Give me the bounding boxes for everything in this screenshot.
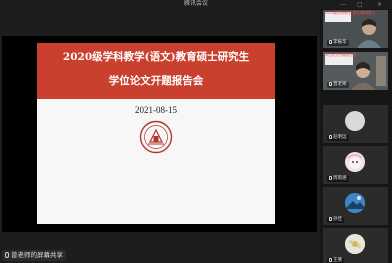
window-titlebar: 腾讯会议 — □ ✕ (0, 0, 392, 9)
participant-name: 王倩 (327, 258, 344, 263)
participant-tile[interactable]: 孙佳 (323, 187, 388, 225)
presentation-slide: 2020级学科教学(语文)教育硕士研究生 学位论文开题报告会 2021-08-1… (37, 43, 275, 224)
flower-avatar-icon (345, 234, 365, 254)
participant-name-text: 王倩 (333, 258, 342, 263)
participant-name-text: 李振华 (333, 40, 347, 45)
slide-title-line-2: 学位论文开题报告会 (108, 75, 204, 87)
participant-tile[interactable]: 2020级学科教学(语文)教育硕士 李振华 (323, 10, 388, 48)
avatar (345, 193, 365, 213)
microphone-icon (329, 82, 332, 86)
close-button[interactable]: ✕ (377, 1, 382, 8)
participant-name-text: 周雨涵 (333, 176, 347, 181)
video-overlay-text: 2020级学科教学(语文)教育硕士 (325, 11, 376, 15)
landscape-avatar-icon (345, 193, 365, 213)
avatar (345, 234, 365, 254)
maximize-button[interactable]: □ (357, 1, 363, 8)
participant-name-text: 赵明远 (333, 135, 347, 140)
participant-sidebar: 2020级学科教学(语文)教育硕士 李振华 学位论文开题报告会 曾老师 赵明远 (320, 9, 392, 263)
microphone-icon (329, 135, 332, 139)
participant-name: 孙佳 (327, 217, 344, 223)
avatar (345, 111, 365, 131)
university-emblem-icon (139, 120, 173, 154)
participant-name-text: 曾老师 (333, 82, 347, 87)
participant-name-text: 孙佳 (333, 217, 342, 222)
microphone-icon (329, 258, 332, 262)
microphone-icon (329, 40, 332, 44)
participant-name: 李振华 (327, 40, 349, 46)
minimize-button[interactable]: — (340, 1, 346, 8)
slide-title-line-1: 2020级学科教学(语文)教育硕士研究生 (62, 51, 250, 63)
participant-tile[interactable]: 学位论文开题报告会 曾老师 (323, 52, 388, 90)
slide-date: 2021-08-15 (135, 105, 177, 115)
participant-name: 曾老师 (327, 82, 349, 88)
video-overlay-text: 学位论文开题报告会 (325, 53, 357, 57)
participant-tile[interactable]: 赵明远 (323, 105, 388, 143)
avatar (345, 152, 365, 172)
microphone-icon (5, 252, 9, 258)
screen-share-owner: 曾老师的屏幕共享 (11, 251, 63, 259)
microphone-icon (329, 217, 332, 221)
screen-share-label: 曾老师的屏幕共享 (2, 250, 66, 261)
window-title: 腾讯会议 (183, 0, 208, 7)
cartoon-avatar-icon (347, 154, 363, 169)
participant-tile[interactable]: 王倩 (323, 228, 388, 263)
participant-tile[interactable]: 周雨涵 (323, 146, 388, 184)
participant-name: 周雨涵 (327, 176, 349, 182)
participant-name: 赵明远 (327, 135, 349, 141)
microphone-icon (329, 176, 332, 180)
